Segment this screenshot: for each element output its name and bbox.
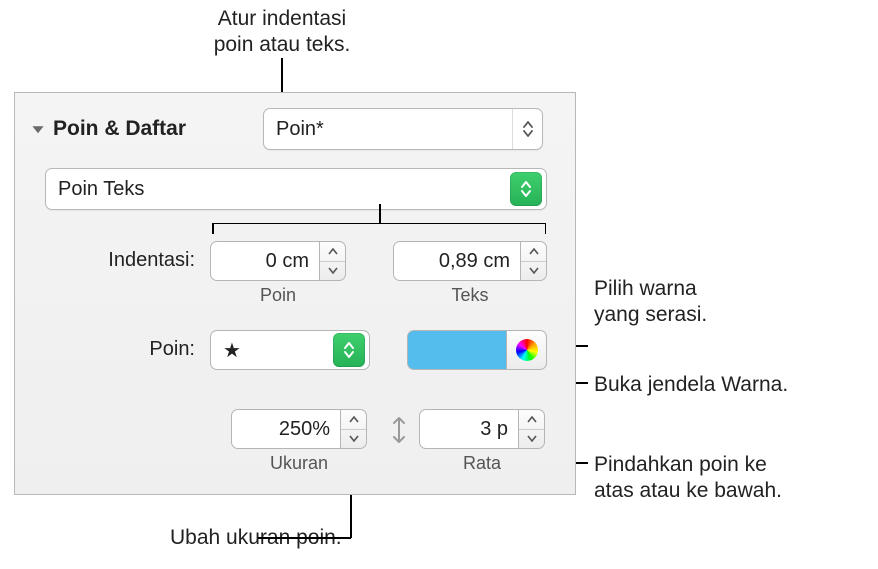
bullet-type-value: Poin Teks [46, 178, 510, 201]
bullet-label: Poin: [115, 338, 195, 361]
indent-bracket [212, 223, 546, 239]
stepper-down-icon[interactable] [341, 430, 366, 449]
size-sublabel: Ukuran [231, 453, 367, 474]
bullet-color-swatch[interactable] [407, 330, 507, 370]
stepper-down-icon[interactable] [519, 430, 544, 449]
size-stepper[interactable]: 250% [231, 409, 367, 449]
popup-button-icon [333, 333, 365, 367]
popup-button-icon [510, 172, 542, 206]
stepper-buttons[interactable] [341, 409, 367, 449]
bullet-indent-sublabel: Poin [210, 285, 346, 306]
bullets-lists-panel: Poin & Daftar Poin* Poin Teks Indentasi:… [14, 92, 576, 495]
section-header[interactable]: Poin & Daftar [31, 117, 186, 141]
indent-label: Indentasi: [75, 249, 195, 272]
bullet-indent-field[interactable]: 0 cm [210, 241, 320, 281]
bullet-character-value: ★ [211, 338, 333, 363]
stepper-down-icon[interactable] [521, 262, 546, 281]
text-indent-field[interactable]: 0,89 cm [393, 241, 521, 281]
text-indent-sublabel: Teks [393, 285, 547, 306]
list-style-value: Poin* [264, 118, 512, 141]
bullet-character-popup[interactable]: ★ [210, 330, 370, 370]
stepper-buttons[interactable] [521, 241, 547, 281]
color-wheel-icon [516, 339, 538, 361]
size-field[interactable]: 250% [231, 409, 341, 449]
callout-move: Pindahkan poin ke atas atau ke bawah. [594, 452, 782, 505]
stepper-buttons[interactable] [320, 241, 346, 281]
callout-indent-line2: poin atau teks. [172, 32, 392, 58]
section-title: Poin & Daftar [53, 117, 186, 141]
vertical-align-icon [385, 411, 413, 449]
stepper-up-icon[interactable] [521, 242, 546, 262]
align-stepper[interactable]: 3 p [419, 409, 545, 449]
callout-color-line1: Pilih warna [594, 276, 707, 302]
bullet-type-popup[interactable]: Poin Teks [45, 168, 547, 210]
callout-color-window: Buka jendela Warna. [594, 372, 788, 398]
disclosure-triangle-icon[interactable] [31, 122, 45, 136]
callout-move-line1: Pindahkan poin ke [594, 452, 782, 478]
color-picker-button[interactable] [507, 330, 547, 370]
stepper-down-icon[interactable] [320, 262, 345, 281]
stepper-up-icon[interactable] [341, 410, 366, 430]
stepper-up-icon[interactable] [320, 242, 345, 262]
stepper-up-icon[interactable] [519, 410, 544, 430]
align-field[interactable]: 3 p [419, 409, 519, 449]
list-style-popup[interactable]: Poin* [263, 108, 543, 150]
leader-line [258, 537, 351, 539]
align-sublabel: Rata [419, 453, 545, 474]
callout-move-line2: atas atau ke bawah. [594, 478, 782, 504]
callout-indent-line1: Atur indentasi [172, 6, 392, 32]
stepper-buttons[interactable] [519, 409, 545, 449]
callout-color: Pilih warna yang serasi. [594, 276, 707, 329]
callout-color-line2: yang serasi. [594, 302, 707, 328]
bullet-indent-stepper[interactable]: 0 cm [210, 241, 346, 281]
updown-arrows-icon [512, 109, 542, 149]
text-indent-stepper[interactable]: 0,89 cm [393, 241, 547, 281]
callout-indent: Atur indentasi poin atau teks. [172, 6, 392, 59]
